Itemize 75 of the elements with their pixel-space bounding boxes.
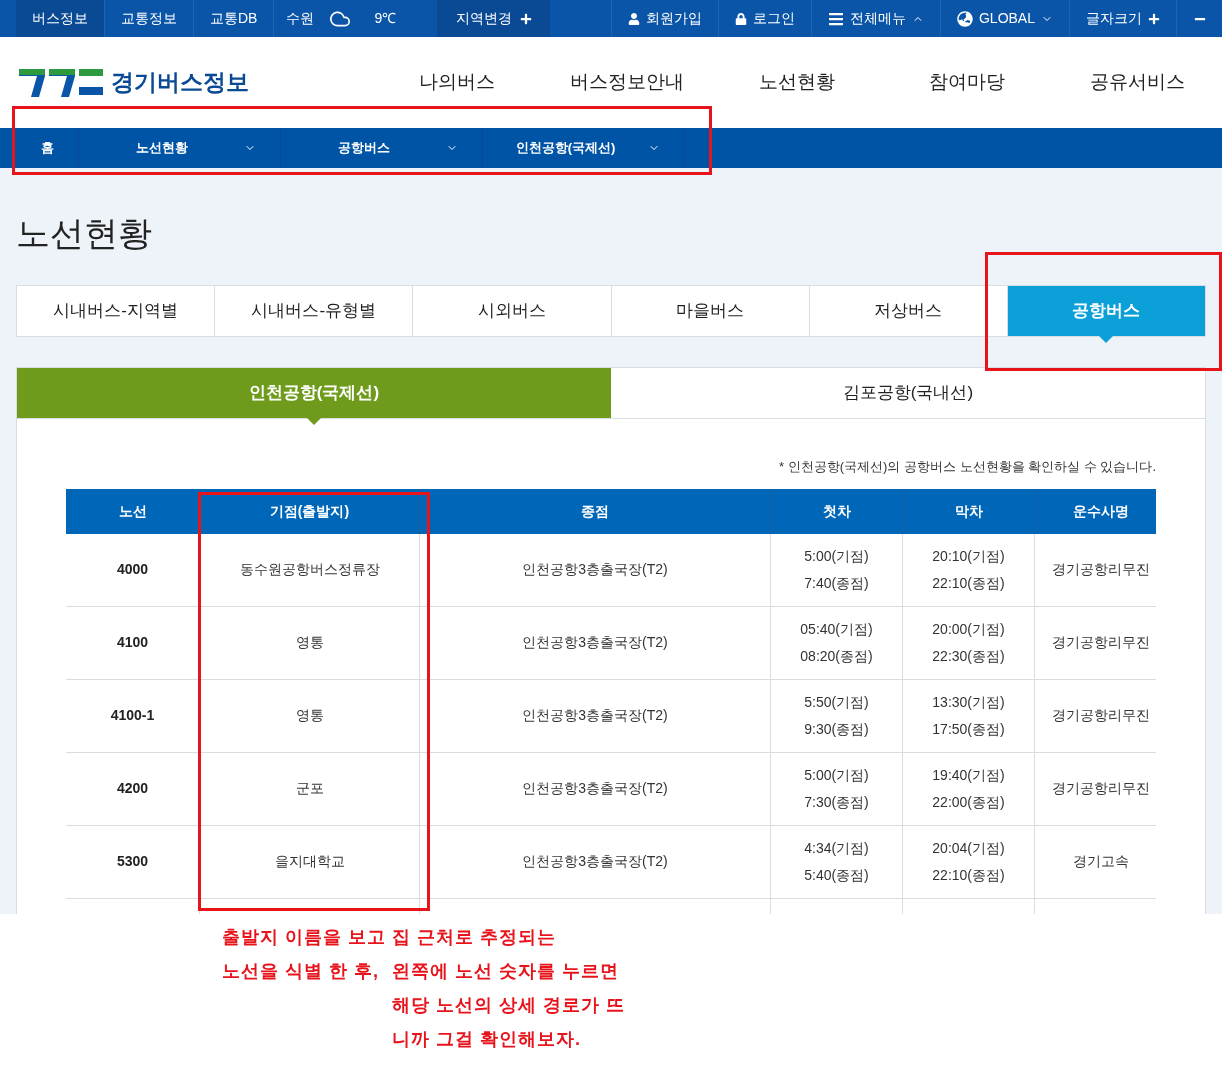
last-bus-time: 20:10(기점) bbox=[932, 546, 1005, 566]
table-note: * 인천공항(국제선)의 공항버스 노선현황을 확인하실 수 있습니다. bbox=[778, 458, 1156, 476]
main-nav-link[interactable]: 버스정보안내 bbox=[542, 68, 712, 97]
utility-link[interactable]: 회원가입 bbox=[610, 0, 718, 37]
main-nav-link[interactable]: 나의버스 bbox=[372, 68, 542, 97]
last-bus-time: 19:40(기점) bbox=[932, 765, 1005, 785]
route-number-link[interactable]: 4200 bbox=[66, 752, 199, 825]
first-bus-time: 9:30(종점) bbox=[804, 719, 869, 739]
main-nav-link[interactable]: 노선현황 bbox=[712, 68, 882, 97]
last-bus-time: 22:10(종점) bbox=[932, 865, 1005, 885]
table-cell: 인천공항3층출국장(T2) bbox=[419, 533, 770, 606]
region-name: 수원 bbox=[286, 9, 315, 28]
first-bus-time: 7:40(종점) bbox=[804, 573, 869, 593]
annotation-text: 니까 그걸 확인해보자. bbox=[392, 1028, 581, 1051]
top-nav-link[interactable]: 버스정보 bbox=[16, 0, 105, 37]
table-cell: 인천공항3층출국장(T2) bbox=[419, 825, 770, 898]
top-nav-link[interactable]: 교통DB bbox=[194, 0, 275, 37]
table-cell: 영통 bbox=[199, 679, 419, 752]
column-header: 종점 bbox=[419, 488, 770, 534]
main-nav-link[interactable]: 공유서비스 bbox=[1052, 68, 1222, 97]
table-cell: 인천공항3층출국장(T2) bbox=[419, 679, 770, 752]
annotation-text: 출발지 이름을 보고 집 근처로 추정되는 bbox=[222, 926, 556, 949]
category-tab[interactable]: 저상버스 bbox=[808, 286, 1007, 336]
utility-link[interactable]: GLOBAL bbox=[939, 0, 1069, 37]
first-bus-time: 5:50(기점) bbox=[804, 692, 869, 712]
column-header: 운수사명 bbox=[1034, 488, 1166, 534]
first-bus-time: 05:40(기점) bbox=[800, 619, 873, 639]
region-change-button[interactable]: 지역변경 bbox=[437, 0, 551, 37]
table-cell: 경기공항리무진 bbox=[1034, 533, 1166, 606]
column-header: 첫차 bbox=[770, 488, 902, 534]
category-tab[interactable]: 시내버스-유형별 bbox=[214, 286, 413, 336]
annotation-text: 왼쪽에 노선 숫자를 누르면 bbox=[392, 960, 619, 983]
route-number-link[interactable]: 5300 bbox=[66, 825, 199, 898]
column-header: 기점(출발지) bbox=[199, 488, 419, 534]
table-cell: 을지대학교 bbox=[199, 825, 419, 898]
route-number-link[interactable]: 4100 bbox=[66, 606, 199, 679]
table-cell: 경기공항리무진 bbox=[1034, 606, 1166, 679]
route-number-link[interactable]: 4000 bbox=[66, 533, 199, 606]
table-cell: 경기공항리무진 bbox=[1034, 679, 1166, 752]
column-header: 노선 bbox=[117, 501, 148, 521]
table-cell: 영통 bbox=[199, 606, 419, 679]
site-logo-text: 경기버스정보 bbox=[111, 68, 249, 98]
category-tab[interactable]: 시외버스 bbox=[412, 286, 611, 336]
last-bus-time: 17:50(종점) bbox=[932, 719, 1005, 739]
annotation-text: 노선을 식별 한 후, bbox=[222, 960, 380, 983]
first-bus-time: 7:30(종점) bbox=[804, 792, 869, 812]
table-cell: 군포 bbox=[199, 752, 419, 825]
first-bus-time: 5:40(종점) bbox=[804, 865, 869, 885]
utility-link[interactable]: 전체메뉴 bbox=[810, 0, 940, 37]
route-number-link[interactable]: 4100-1 bbox=[66, 679, 199, 752]
page-title: 노선현황 bbox=[16, 216, 153, 250]
first-bus-time: 08:20(종점) bbox=[800, 646, 873, 666]
first-bus-time: 4:34(기점) bbox=[804, 838, 869, 858]
table-cell: 인천공항3층출국장(T2) bbox=[419, 752, 770, 825]
airport-tab[interactable]: 김포공항(국내선) bbox=[611, 368, 1205, 418]
first-bus-time: 5:00(기점) bbox=[804, 546, 869, 566]
annotation-text: 해당 노선의 상세 경로가 뜨 bbox=[392, 994, 625, 1017]
first-bus-time: 5:00(기점) bbox=[804, 765, 869, 785]
category-tab[interactable]: 마을버스 bbox=[610, 286, 809, 336]
category-tab[interactable]: 시내버스-지역별 bbox=[17, 286, 215, 336]
last-bus-time: 20:00(기점) bbox=[932, 619, 1005, 639]
table-cell: 경기공항리무진 bbox=[1034, 752, 1166, 825]
utility-link[interactable]: 글자크기 bbox=[1069, 0, 1176, 37]
column-header: 막차 bbox=[902, 488, 1034, 534]
last-bus-time: 22:00(종점) bbox=[932, 792, 1005, 812]
last-bus-time: 20:04(기점) bbox=[932, 838, 1005, 858]
main-nav-link[interactable]: 참여마당 bbox=[882, 68, 1052, 97]
table-cell: 인천공항3층출국장(T2) bbox=[419, 606, 770, 679]
last-bus-time: 13:30(기점) bbox=[932, 692, 1005, 712]
top-nav-link[interactable]: 교통정보 bbox=[105, 0, 194, 37]
utility-link[interactable]: 로그인 bbox=[717, 0, 811, 37]
last-bus-time: 22:30(종점) bbox=[932, 646, 1005, 666]
table-cell: 경기고속 bbox=[1034, 825, 1166, 898]
last-bus-time: 22:10(종점) bbox=[932, 573, 1005, 593]
temperature: 9℃ bbox=[374, 9, 397, 28]
